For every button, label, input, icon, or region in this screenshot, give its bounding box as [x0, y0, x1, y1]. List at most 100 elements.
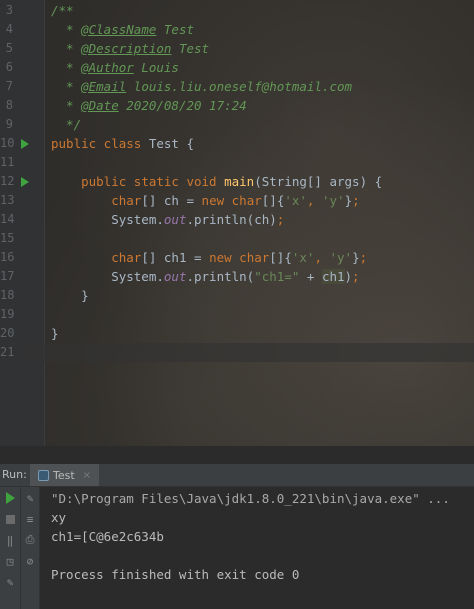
code-token: 'x': [291, 250, 315, 265]
line-number: 14: [0, 212, 15, 226]
code-token: ;: [352, 193, 360, 208]
run-toolbar: ‖ ◳ ✎: [0, 487, 21, 609]
run-header: Run: Test ×: [0, 464, 474, 487]
code-line[interactable]: 4 * @ClassName Test: [0, 20, 474, 39]
code-token: System.: [51, 212, 164, 227]
code-line[interactable]: 11: [0, 153, 474, 172]
code-token: "ch1=": [254, 269, 300, 284]
run-gutter-icon[interactable]: [21, 139, 29, 149]
code-text: System.out.println("ch1=" + ch1);: [51, 267, 360, 286]
line-number: 8: [5, 98, 13, 112]
line-number: 21: [0, 345, 15, 359]
line-number: 4: [5, 22, 13, 36]
run-config-icon: [38, 469, 49, 481]
code-text: }: [51, 324, 59, 343]
code-token: }: [51, 288, 89, 303]
run-label: Run:: [2, 468, 27, 481]
code-token: char: [111, 250, 142, 265]
code-token: ;: [276, 212, 285, 227]
code-line[interactable]: 13 char[] ch = new char[]{'x', 'y'};: [0, 191, 474, 210]
console-toolbar: ✎ ≡ ⎙ ⊘: [21, 487, 40, 609]
code-line[interactable]: 20}: [0, 324, 474, 343]
code-token: *: [51, 98, 82, 113]
code-text: /**: [51, 1, 74, 20]
pin-icon[interactable]: ✎: [3, 575, 17, 589]
code-text: char[] ch = new char[]{'x', 'y'};: [51, 191, 360, 210]
code-token: main: [224, 174, 255, 189]
console-output-line: Process finished with exit code 0: [51, 567, 300, 582]
console-command-line: "D:\Program Files\Java\jdk1.8.0_221\bin\…: [51, 491, 450, 506]
line-number: 17: [0, 269, 15, 283]
pause-icon[interactable]: ‖: [3, 533, 17, 547]
code-token: ,: [314, 250, 330, 265]
run-tool-window: Run: Test × ‖ ◳ ✎ ✎ ≡ ⎙ ⊘ "D:\Program Fi…: [0, 446, 474, 609]
code-text: public static void main(String[] args) {: [51, 172, 382, 191]
code-line[interactable]: 6 * @Author Louis: [0, 58, 474, 77]
console-output-line: ch1=[C@6e2c634b: [51, 529, 164, 544]
console-output-line: xy: [51, 510, 67, 525]
line-number: 16: [0, 250, 15, 264]
code-token: *: [51, 79, 82, 94]
stop-icon[interactable]: [3, 512, 17, 526]
code-token: Louis: [133, 60, 179, 75]
line-number: 20: [0, 326, 15, 340]
run-tab-label: Test: [53, 468, 75, 482]
code-line[interactable]: 7 * @Email louis.liu.oneself@hotmail.com: [0, 77, 474, 96]
code-token: *: [51, 41, 82, 56]
code-token: *: [51, 60, 82, 75]
print-icon[interactable]: ⎙: [23, 533, 37, 547]
code-line[interactable]: 19: [0, 305, 474, 324]
code-line[interactable]: 12 public static void main(String[] args…: [0, 172, 474, 191]
code-token: @Author: [81, 60, 134, 75]
code-text: * @Date 2020/08/20 17:24: [51, 96, 247, 115]
code-line[interactable]: 21: [0, 343, 474, 362]
line-number: 19: [0, 307, 15, 321]
wrap-icon[interactable]: ✎: [23, 491, 37, 505]
code-line[interactable]: 15: [0, 229, 474, 248]
code-token: +: [299, 269, 322, 284]
code-token: @ClassName: [81, 22, 157, 37]
code-token: []{: [269, 250, 292, 265]
code-line[interactable]: 9 */: [0, 115, 474, 134]
line-number: 7: [5, 79, 13, 93]
code-line[interactable]: 17 System.out.println("ch1=" + ch1);: [0, 267, 474, 286]
code-token: }: [51, 326, 59, 341]
code-line[interactable]: 18 }: [0, 286, 474, 305]
code-line[interactable]: 16 char[] ch1 = new char[]{'x', 'y'};: [0, 248, 474, 267]
code-editor[interactable]: 3/** 4 * @ClassName Test 5 * @Description …: [0, 0, 474, 446]
scroll-to-end-icon[interactable]: ≡: [23, 512, 37, 526]
run-tab-test[interactable]: Test ×: [30, 464, 100, 486]
code-token: char: [111, 193, 142, 208]
code-token: ;: [352, 269, 360, 284]
code-line[interactable]: 10 public class Test {: [0, 134, 474, 153]
code-token: @Email: [81, 79, 127, 94]
rerun-icon[interactable]: [3, 491, 17, 505]
code-token: ;: [359, 250, 368, 265]
code-text: */: [51, 115, 81, 134]
code-line[interactable]: 5 * @Description Test: [0, 39, 474, 58]
code-line[interactable]: 8 * @Date 2020/08/20 17:24: [0, 96, 474, 115]
line-number: 15: [0, 231, 15, 245]
code-text: * @Email louis.liu.oneself@hotmail.com: [51, 77, 352, 96]
run-gutter-icon[interactable]: [21, 177, 29, 187]
code-token: */: [51, 117, 82, 132]
code-line[interactable]: 14 System.out.println(ch);: [0, 210, 474, 229]
line-number: 18: [0, 288, 15, 302]
code-token: Test {: [148, 136, 194, 151]
code-token: 'y': [321, 193, 345, 208]
code-token: ,: [306, 193, 322, 208]
console-output[interactable]: "D:\Program Files\Java\jdk1.8.0_221\bin\…: [51, 487, 474, 609]
dump-threads-icon[interactable]: ◳: [3, 554, 17, 568]
clear-icon[interactable]: ⊘: [23, 554, 37, 568]
code-line[interactable]: 3 /**: [0, 1, 474, 20]
line-number: 12: [0, 174, 15, 188]
code-text: * @Description Test: [51, 39, 209, 58]
code-token: Test: [156, 22, 195, 37]
code-text: System.out.println(ch);: [51, 210, 284, 229]
close-icon[interactable]: ×: [83, 470, 91, 481]
code-token: new char: [209, 250, 270, 265]
code-text: }: [51, 286, 89, 305]
code-token: @Description: [81, 41, 172, 56]
